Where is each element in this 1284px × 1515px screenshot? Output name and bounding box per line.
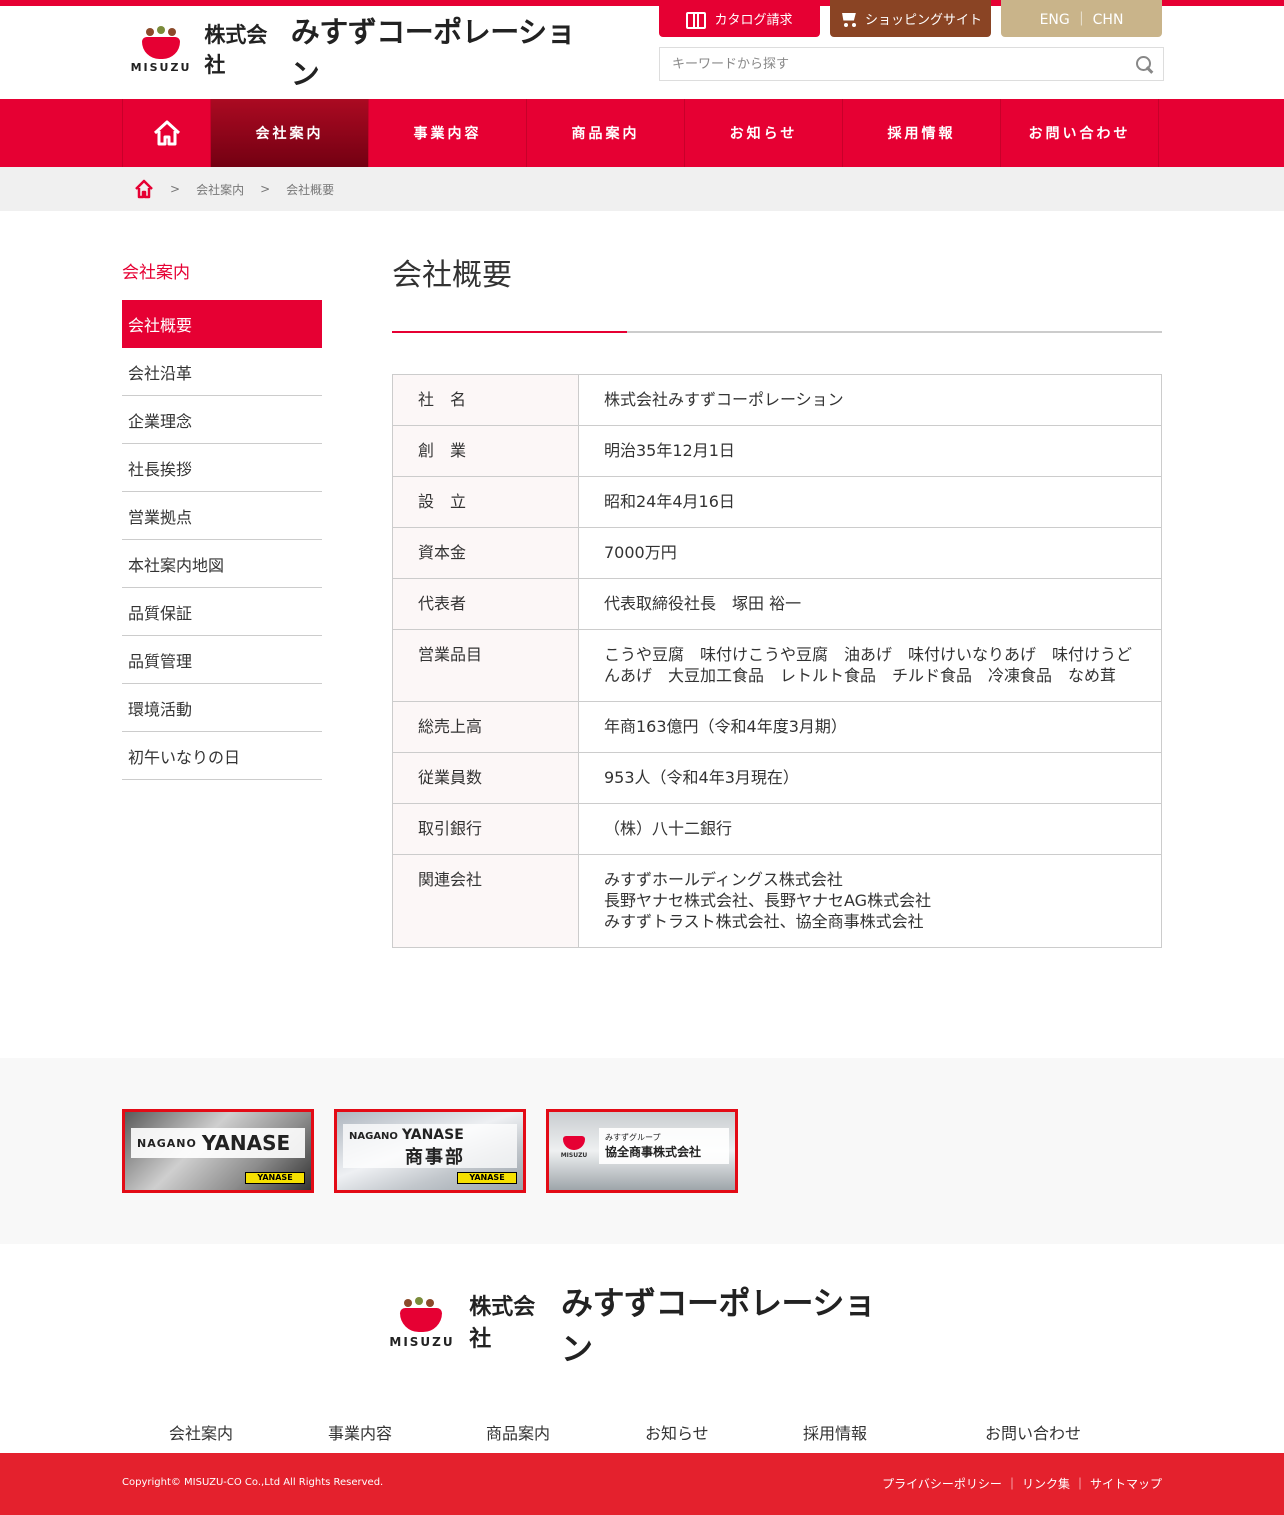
- company-info-table: 社 名株式会社みすずコーポレーション創 業明治35年12月1日設 立昭和24年4…: [392, 374, 1162, 948]
- info-row: 創 業明治35年12月1日: [392, 425, 1162, 477]
- info-row: 資本金 7000万円: [392, 527, 1162, 579]
- site-logo[interactable]: MISUZU 株式会社 みすずコーポレーション: [130, 15, 590, 91]
- sidebar-item-quality-control[interactable]: 品質管理: [122, 636, 322, 684]
- misuzu-logo-mark: MISUZU: [388, 1297, 454, 1351]
- yanase-badge: YANASE: [457, 1172, 517, 1184]
- info-value: 953人（令和4年3月現在）: [578, 752, 1162, 804]
- shopping-site-button[interactable]: ショッピングサイト: [830, 0, 991, 37]
- catalog-request-button[interactable]: カタログ請求: [659, 0, 820, 37]
- site-header: MISUZU 株式会社 みすずコーポレーション カタログ請求 ショッピングサイト…: [0, 0, 1284, 99]
- logo-mark-text: MISUZU: [130, 61, 192, 74]
- info-label: 創 業: [392, 425, 579, 477]
- info-value: 明治35年12月1日: [578, 425, 1162, 477]
- logo-wordmark: 株式会社 みすずコーポレーション: [204, 15, 576, 91]
- footer-utility-links: プライバシーポリシー ｜ リンク集 ｜ サイトマップ: [882, 1475, 1162, 1492]
- sidebar-title[interactable]: 会社案内: [122, 258, 190, 283]
- info-row: 関連会社 みすずホールディングス株式会社 長野ヤナセ株式会社、長野ヤナセAG株式会…: [392, 854, 1162, 948]
- nav-item-recruit[interactable]: 採用情報: [843, 99, 1001, 167]
- info-value: 昭和24年4月16日: [578, 476, 1162, 528]
- info-label: 社 名: [392, 374, 579, 426]
- nav-home[interactable]: [123, 99, 211, 167]
- info-row: 代表者 代表取締役社長 塚田 裕一: [392, 578, 1162, 630]
- nav-item-contact[interactable]: お問い合わせ: [1001, 99, 1159, 167]
- copyright: Copyright© MISUZU-CO Co.,Ltd All Rights …: [122, 1477, 384, 1488]
- footer-bar: Copyright© MISUZU-CO Co.,Ltd All Rights …: [0, 1453, 1284, 1515]
- footer-link-recruit[interactable]: 採用情報: [803, 1420, 867, 1444]
- info-label: 資本金: [392, 527, 579, 579]
- footer-link-news[interactable]: お知らせ: [645, 1420, 709, 1444]
- sidebar-item-message[interactable]: 社長挨拶: [122, 444, 322, 492]
- sidebar-item-overview[interactable]: 会社概要: [122, 300, 322, 348]
- info-label: 営業品目: [392, 629, 579, 702]
- footer-link-sitemap[interactable]: サイトマップ: [1090, 1475, 1162, 1492]
- info-row: 営業品目 こうや豆腐 味付けこうや豆腐 油あげ 味付けいなりあげ 味付けうどんあげ…: [392, 629, 1162, 702]
- home-icon: [153, 120, 180, 146]
- info-label: 取引銀行: [392, 803, 579, 855]
- info-value: こうや豆腐 味付けこうや豆腐 油あげ 味付けいなりあげ 味付けうどんあげ 大豆加…: [578, 629, 1162, 702]
- info-label: 設 立: [392, 476, 579, 528]
- info-label: 総売上高: [392, 701, 579, 753]
- footer-link-links[interactable]: リンク集: [1022, 1475, 1070, 1492]
- info-row: 従業員数 953人（令和4年3月現在）: [392, 752, 1162, 804]
- footer-link-privacy[interactable]: プライバシーポリシー: [882, 1475, 1002, 1492]
- sidebar-item-environment[interactable]: 環境活動: [122, 684, 322, 732]
- breadcrumb: > 会社案内 > 会社概要: [0, 167, 1284, 211]
- banner-nagano-yanase[interactable]: NAGANO YANASE YANASE: [122, 1109, 314, 1193]
- footer-logo[interactable]: MISUZU 株式会社 みすずコーポレーション: [388, 1284, 898, 1368]
- nav-item-company[interactable]: 会社案内: [211, 99, 369, 167]
- footer-nav: 会社案内 事業内容 商品案内 お知らせ 採用情報 お問い合わせ: [0, 1420, 1284, 1444]
- info-value: 年商163億円（令和4年度3月期）: [578, 701, 1162, 753]
- home-icon[interactable]: [134, 179, 154, 199]
- language-switch-button[interactable]: ENG ｜ CHN: [1001, 0, 1162, 37]
- footer-link-contact[interactable]: お問い合わせ: [985, 1420, 1081, 1444]
- misuzu-logo-mark: MISUZU: [557, 1130, 591, 1162]
- breadcrumb-current: 会社概要: [286, 182, 335, 197]
- footer-link-business[interactable]: 事業内容: [328, 1420, 392, 1444]
- info-value: 7000万円: [578, 527, 1162, 579]
- info-label: 関連会社: [392, 854, 579, 948]
- info-value: （株）八十二銀行: [578, 803, 1162, 855]
- sidebar-menu: 会社概要 会社沿革 企業理念 社長挨拶 営業拠点 本社案内地図 品質保証 品質管…: [122, 300, 322, 780]
- banner-yanase-trading[interactable]: NAGANO YANASE 商事部 YANASE: [334, 1109, 526, 1193]
- search-icon[interactable]: [1135, 55, 1155, 75]
- search-input[interactable]: [660, 48, 1120, 80]
- info-value: みすずホールディングス株式会社 長野ヤナセ株式会社、長野ヤナセAG株式会社 みす…: [578, 854, 1162, 948]
- info-label: 従業員数: [392, 752, 579, 804]
- sidebar-item-history[interactable]: 会社沿革: [122, 348, 322, 396]
- title-divider: [392, 331, 1162, 333]
- breadcrumb-link-company[interactable]: 会社案内: [196, 181, 244, 198]
- site-search: [659, 47, 1164, 81]
- footer-link-company[interactable]: 会社案内: [169, 1420, 233, 1444]
- info-row: 設 立昭和24年4月16日: [392, 476, 1162, 528]
- info-row: 社 名株式会社みすずコーポレーション: [392, 374, 1162, 426]
- logo-wordmark: 株式会社 みすずコーポレーション: [469, 1284, 876, 1368]
- nav-item-news[interactable]: お知らせ: [685, 99, 843, 167]
- nav-item-products[interactable]: 商品案内: [527, 99, 685, 167]
- page-title: 会社概要: [392, 258, 512, 293]
- misuzu-logo-mark: MISUZU: [130, 26, 189, 76]
- footer-link-products[interactable]: 商品案内: [486, 1420, 550, 1444]
- info-row: 取引銀行 （株）八十二銀行: [392, 803, 1162, 855]
- info-label: 代表者: [392, 578, 579, 630]
- info-value: 株式会社みすずコーポレーション: [578, 374, 1162, 426]
- global-nav: 会社案内 事業内容 商品案内 お知らせ 採用情報 お問い合わせ: [0, 99, 1284, 167]
- banner-kyozen-shoji[interactable]: MISUZU みすずグループ 協全商事株式会社: [546, 1109, 738, 1193]
- sidebar-item-offices[interactable]: 営業拠点: [122, 492, 322, 540]
- info-value: 代表取締役社長 塚田 裕一: [578, 578, 1162, 630]
- cart-icon: [839, 11, 857, 27]
- book-icon: [686, 11, 707, 29]
- yanase-badge: YANASE: [245, 1172, 305, 1184]
- sidebar-item-hatsuuma[interactable]: 初午いなりの日: [122, 732, 322, 780]
- sidebar-item-philosophy[interactable]: 企業理念: [122, 396, 322, 444]
- nav-item-business[interactable]: 事業内容: [369, 99, 527, 167]
- sidebar-item-quality-assurance[interactable]: 品質保証: [122, 588, 322, 636]
- info-row: 総売上高 年商163億円（令和4年度3月期）: [392, 701, 1162, 753]
- sidebar-item-map[interactable]: 本社案内地図: [122, 540, 322, 588]
